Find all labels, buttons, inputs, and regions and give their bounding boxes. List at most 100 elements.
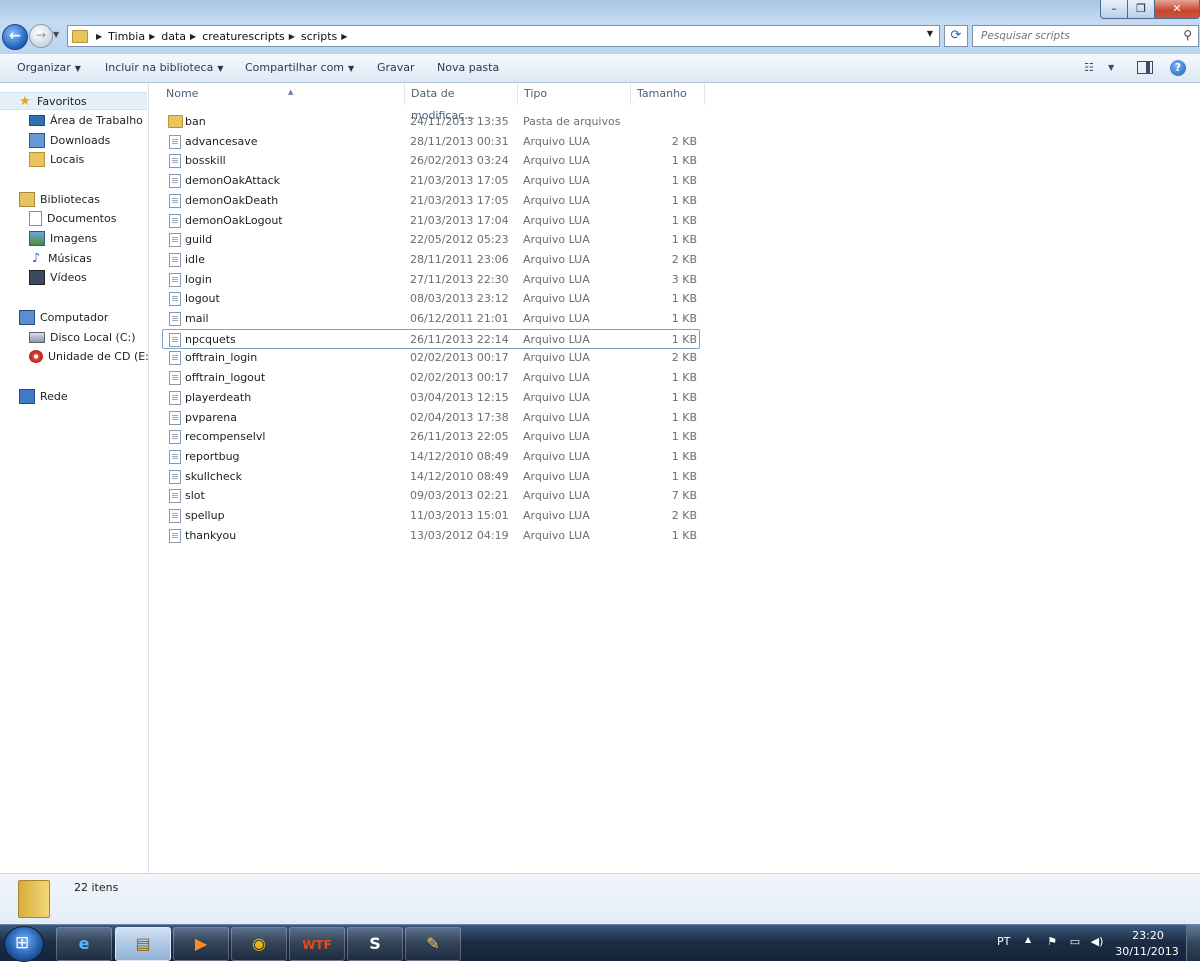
breadcrumb-item[interactable]: data ▶ (161, 30, 202, 43)
taskbar-button[interactable]: ▤ (115, 927, 171, 961)
organize-button[interactable]: Organizar ▼ (17, 61, 81, 74)
search-icon[interactable]: ⚲ (1183, 28, 1192, 42)
refresh-button[interactable]: ⟳ (944, 25, 968, 47)
search-input[interactable] (979, 26, 1173, 46)
preview-pane-icon[interactable] (1137, 61, 1153, 74)
taskbar-button[interactable]: e (56, 927, 112, 961)
file-name: playerdeath (185, 391, 252, 404)
file-row[interactable]: thankyou 13/03/2012 04:19 Arquivo LUA 1 KB (163, 526, 701, 545)
taskbar-button[interactable]: S (347, 927, 403, 961)
taskbar-button[interactable]: WTF (289, 927, 345, 961)
minimize-button[interactable]: – (1100, 0, 1128, 19)
file-row[interactable]: login 27/11/2013 22:30 Arquivo LUA 3 KB (163, 270, 701, 289)
file-row[interactable]: advancesave 28/11/2013 00:31 Arquivo LUA 2 … (163, 132, 701, 151)
nav-item-videos[interactable]: Vídeos (29, 268, 87, 286)
breadcrumb-item[interactable]: creaturescripts ▶ (202, 30, 301, 43)
file-row[interactable]: offtrain_logout 02/02/2013 00:17 Arquivo L… (163, 368, 701, 387)
share-with-button[interactable]: Compartilhar com ▼ (245, 61, 354, 74)
show-desktop-button[interactable] (1186, 925, 1200, 961)
nav-item-bibliotecas[interactable]: Bibliotecas (19, 190, 100, 208)
file-row[interactable]: bosskill 26/02/2013 03:24 Arquivo LUA 1 KB (163, 151, 701, 170)
taskbar-button[interactable]: ◉ (231, 927, 287, 961)
action-center-icon[interactable]: ⚑ (1045, 935, 1059, 948)
view-options-dropdown[interactable]: ▼ (1108, 63, 1114, 72)
file-row[interactable]: ban 24/11/2013 13:35 Pasta de arquivos (163, 112, 701, 131)
nav-item-computador[interactable]: Computador (19, 308, 108, 326)
nav-item-unidade-cd[interactable]: Unidade de CD (E:) 2 (29, 347, 148, 365)
file-row[interactable]: recompenselvl 26/11/2013 22:05 Arquivo LUA… (163, 427, 701, 446)
breadcrumb-item[interactable]: Timbia ▶ (108, 30, 161, 43)
breadcrumb-item[interactable]: scripts ▶ (301, 30, 354, 43)
videos-icon (29, 269, 45, 285)
nav-item-imagens[interactable]: Imagens (29, 229, 97, 247)
chevron-right-icon: ▶ (341, 31, 348, 41)
search-box[interactable]: ⚲ (972, 25, 1199, 47)
file-row[interactable]: pvparena 02/04/2013 17:38 Arquivo LUA 1 KB (163, 408, 701, 427)
lua-file-icon (169, 253, 181, 267)
nav-item-favoritos[interactable]: ★ Favoritos (0, 92, 147, 110)
new-folder-button[interactable]: Nova pasta (437, 61, 499, 74)
show-hidden-icons-icon[interactable]: ▲ (1025, 935, 1031, 944)
file-row[interactable]: slot 09/03/2013 02:21 Arquivo LUA 7 KB (163, 486, 701, 505)
file-row[interactable]: demonOakDeath 21/03/2013 17:05 Arquivo LUA… (163, 191, 701, 210)
clock-time[interactable]: 23:20 (1122, 929, 1174, 942)
network-status-icon[interactable]: ▭ (1068, 935, 1082, 948)
file-row[interactable]: offtrain_login 02/02/2013 00:17 Arquivo LU… (163, 348, 701, 367)
file-row[interactable]: demonOakAttack 21/03/2013 17:05 Arquivo LU… (163, 171, 701, 190)
windows-explorer-icon: ▤ (135, 934, 151, 953)
nav-item-rede[interactable]: Rede (19, 387, 68, 405)
network-icon (19, 388, 35, 404)
chevron-right-icon: ▶ (288, 31, 295, 41)
documents-icon (29, 210, 42, 226)
volume-icon[interactable]: ◀) (1090, 935, 1104, 948)
file-row[interactable]: mail 06/12/2011 21:01 Arquivo LUA 1 KB (163, 309, 701, 328)
file-date: 21/03/2013 17:05 (410, 174, 509, 187)
address-history-dropdown[interactable]: ▼ (927, 29, 933, 38)
folder-icon (168, 115, 183, 128)
column-header-type[interactable]: Tipo (518, 83, 631, 105)
file-row[interactable]: playerdeath 03/04/2013 12:15 Arquivo LUA 1 … (163, 388, 701, 407)
lua-file-icon (169, 312, 181, 326)
language-indicator[interactable]: PT (997, 935, 1010, 948)
forward-button[interactable]: → (29, 24, 53, 48)
taskbar-button[interactable]: ✎ (405, 927, 461, 961)
file-row[interactable]: idle 28/11/2011 23:06 Arquivo LUA 2 KB (163, 250, 701, 269)
nav-item-documentos[interactable]: Documentos (29, 209, 116, 227)
nav-item-disco-local[interactable]: Disco Local (C:) (29, 328, 136, 346)
file-row[interactable]: logout 08/03/2013 23:12 Arquivo LUA 1 KB (163, 289, 701, 308)
file-row[interactable]: demonOakLogout 21/03/2013 17:04 Arquivo LU… (163, 211, 701, 230)
clock-date[interactable]: 30/11/2013 (1114, 945, 1180, 958)
recent-pages-dropdown[interactable]: ▼ (53, 30, 59, 39)
file-row[interactable]: guild 22/05/2012 05:23 Arquivo LUA 1 KB (163, 230, 701, 249)
file-row[interactable]: skullcheck 14/12/2010 08:49 Arquivo LUA 1 K… (163, 467, 701, 486)
file-size: 1 KB (671, 450, 697, 463)
taskbar-button[interactable]: ▶ (173, 927, 229, 961)
chevron-down-icon: ▼ (217, 64, 224, 73)
include-in-library-button[interactable]: Incluir na biblioteca ▼ (105, 61, 223, 74)
column-header-date[interactable]: Data de modificaç... (405, 83, 518, 122)
internet-explorer-icon: e (78, 934, 90, 953)
column-header-name[interactable]: Nome ▲ (160, 83, 405, 105)
file-name: demonOakDeath (185, 194, 279, 207)
help-icon[interactable]: ? (1170, 60, 1186, 76)
nav-item-downloads[interactable]: Downloads (29, 131, 110, 149)
file-name: offtrain_login (185, 351, 258, 364)
file-date: 22/05/2012 05:23 (410, 233, 509, 246)
file-name: ban (185, 115, 206, 128)
change-view-icon[interactable]: ☷ (1084, 61, 1094, 74)
close-button[interactable]: ✕ (1154, 0, 1200, 19)
nav-item-locais[interactable]: Locais (29, 150, 84, 168)
burn-button[interactable]: Gravar (377, 61, 415, 74)
file-row[interactable]: reportbug 14/12/2010 08:49 Arquivo LUA 1 KB (163, 447, 701, 466)
address-bar[interactable]: ▶ Timbia ▶ data ▶ creaturescripts ▶ scripts… (67, 25, 940, 47)
file-row[interactable]: npcquets 26/11/2013 22:14 Arquivo LUA 1 KB (162, 329, 700, 349)
nav-item-musicas[interactable]: ♪ Músicas (29, 249, 92, 267)
back-button[interactable]: ← (2, 24, 28, 50)
breadcrumb-root[interactable]: ▶ (92, 32, 108, 41)
nav-item-area-de-trabalho[interactable]: Área de Trabalho (29, 111, 143, 129)
maximize-button[interactable]: ❐ (1127, 0, 1155, 19)
start-button[interactable] (4, 926, 44, 962)
details-pane: 22 itens (0, 873, 1200, 925)
column-header-size[interactable]: Tamanho (631, 83, 705, 105)
file-row[interactable]: spellup 11/03/2013 15:01 Arquivo LUA 2 KB (163, 506, 701, 525)
